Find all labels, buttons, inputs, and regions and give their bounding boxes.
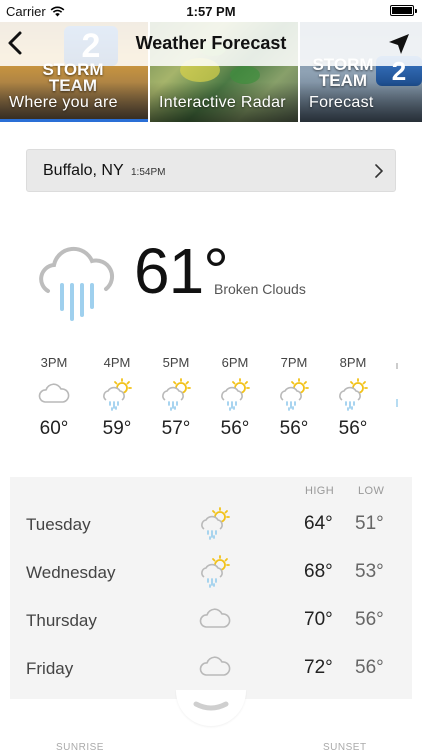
hour-time: 7PM	[280, 355, 308, 370]
hour-temp: 59°	[102, 418, 132, 439]
sun-rain-icon	[201, 555, 230, 588]
sun-rain-icon	[201, 507, 230, 540]
location-selector[interactable]: Buffalo, NY 1:54PM	[26, 149, 396, 192]
active-tab-indicator	[0, 119, 148, 122]
daily-row: Wednesday 68° 53°	[10, 551, 412, 599]
location-updated-time: 1:54PM	[131, 167, 166, 178]
hour-temp: 60°	[39, 418, 69, 439]
status-time: 1:57 PM	[186, 4, 236, 19]
day-name: Friday	[26, 659, 74, 678]
sunset-label: SUNSET	[323, 742, 367, 750]
hourly-item: 3PM 60°	[31, 355, 77, 440]
day-high-temp: 70°	[304, 609, 333, 630]
hourly-item: 6PM 56°	[212, 355, 258, 440]
day-high-temp: 72°	[304, 657, 333, 678]
hour-time: 5PM	[162, 355, 190, 370]
hour-temp: 56°	[338, 418, 368, 439]
current-conditions: 61° Broken Clouds	[0, 230, 422, 330]
day-name: Tuesday	[26, 515, 91, 534]
hour-time: 8PM	[339, 355, 367, 370]
sunrise-label: SUNRISE	[56, 742, 104, 750]
day-low-temp: 53°	[355, 561, 384, 582]
sun-rain-icon	[339, 378, 368, 411]
navigation-bar: Weather Forecast	[0, 22, 422, 66]
tile-label: Where you are	[9, 94, 118, 111]
chevron-down-icon	[193, 701, 229, 711]
hour-time: 4PM	[103, 355, 131, 370]
location-arrow-icon[interactable]	[386, 31, 412, 57]
day-high-temp: 64°	[304, 513, 333, 534]
battery-icon	[390, 5, 417, 16]
sun-rain-icon	[103, 378, 132, 411]
hourly-item: 7PM 56°	[271, 355, 317, 440]
hourly-item: 4PM 59°	[94, 355, 140, 440]
hour-temp: 56°	[279, 418, 309, 439]
hour-time: 3PM	[40, 355, 68, 370]
location-name: Buffalo, NY	[43, 162, 124, 179]
tile-label: Forecast	[309, 94, 374, 111]
cloud-icon	[199, 608, 231, 628]
hourly-scroll-edge	[396, 363, 398, 407]
day-name: Wednesday	[26, 563, 116, 582]
day-low-temp: 51°	[355, 513, 384, 534]
high-column-header: HIGH	[305, 485, 335, 497]
daily-row: Thursday 70° 56°	[10, 599, 412, 647]
cloud-icon	[199, 656, 231, 676]
hour-temp: 57°	[161, 418, 191, 439]
sun-rain-icon	[162, 378, 191, 411]
chevron-right-icon	[375, 164, 383, 178]
hourly-forecast: 3PM 60° 4PM 59° 5PM 57° 6PM 56° 7PM 56° …	[0, 355, 422, 455]
low-column-header: LOW	[358, 485, 385, 497]
day-name: Thursday	[26, 611, 97, 630]
sun-rain-icon	[221, 378, 250, 411]
page-title: Weather Forecast	[135, 33, 287, 53]
status-bar: Carrier 1:57 PM	[0, 0, 422, 22]
day-high-temp: 68°	[304, 561, 333, 582]
tile-label: Interactive Radar	[159, 94, 286, 111]
hour-temp: 56°	[220, 418, 250, 439]
current-condition: Broken Clouds	[214, 281, 306, 297]
day-low-temp: 56°	[355, 657, 384, 678]
day-low-temp: 56°	[355, 609, 384, 630]
hour-time: 6PM	[221, 355, 249, 370]
rain-cloud-icon	[39, 246, 114, 321]
sun-rain-icon	[280, 378, 309, 411]
daily-forecast: HIGH LOW Tuesday 64° 51° Wednesday 68° 5…	[10, 477, 412, 699]
expand-pull-tab[interactable]	[176, 690, 246, 726]
cloud-icon	[38, 383, 70, 403]
hourly-item: 5PM 57°	[153, 355, 199, 440]
hourly-item: 8PM 56°	[330, 355, 376, 440]
daily-row: Tuesday 64° 51°	[10, 503, 412, 551]
daily-row: Friday 72° 56°	[10, 647, 412, 695]
